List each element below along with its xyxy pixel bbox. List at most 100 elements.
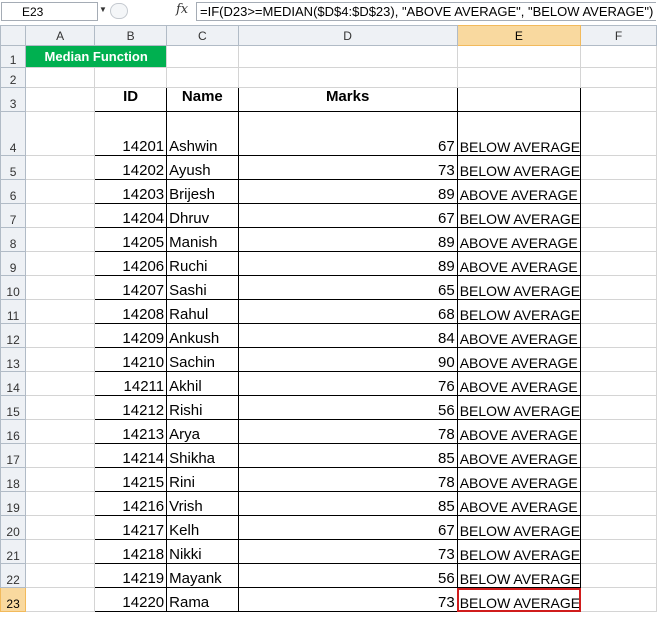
cell-result[interactable]: BELOW AVERAGE xyxy=(456,111,582,156)
cell-id[interactable]: 14208 xyxy=(94,299,168,324)
row-header-21[interactable]: 21 xyxy=(0,539,27,564)
cell-marks[interactable]: 85 xyxy=(237,491,458,516)
row-header-20[interactable]: 20 xyxy=(0,515,27,540)
cell-id[interactable]: 14213 xyxy=(94,419,168,444)
cell-result[interactable]: ABOVE AVERAGE xyxy=(456,467,582,492)
cell-result[interactable]: BELOW AVERAGE xyxy=(456,515,582,540)
cell[interactable] xyxy=(25,275,96,300)
row-header-22[interactable]: 22 xyxy=(0,563,27,588)
cell-result[interactable]: BELOW AVERAGE xyxy=(456,563,582,588)
cell-marks[interactable]: 65 xyxy=(237,275,458,300)
cell-name[interactable]: Sachin xyxy=(166,347,239,372)
cell-result[interactable]: ABOVE AVERAGE xyxy=(456,251,582,276)
row-header-19[interactable]: 19 xyxy=(0,491,27,516)
cell-name[interactable]: Vrish xyxy=(166,491,239,516)
cell[interactable] xyxy=(580,87,657,112)
cell[interactable] xyxy=(25,155,96,180)
cell[interactable] xyxy=(166,45,239,68)
cell[interactable] xyxy=(25,443,96,468)
cell-marks[interactable]: 56 xyxy=(237,563,458,588)
cell[interactable] xyxy=(25,203,96,228)
cell-result[interactable]: BELOW AVERAGE xyxy=(456,275,582,300)
cell[interactable] xyxy=(456,45,582,68)
cell-id[interactable]: 14206 xyxy=(94,251,168,276)
cell[interactable] xyxy=(580,227,657,252)
cell-id[interactable]: 14211 xyxy=(94,371,168,396)
cell[interactable] xyxy=(25,179,96,204)
cell-id[interactable]: 14204 xyxy=(94,203,168,228)
row-header-8[interactable]: 8 xyxy=(0,227,27,252)
column-header-c[interactable]: C xyxy=(166,25,239,46)
selected-cell-e23[interactable]: BELOW AVERAGE xyxy=(456,587,582,612)
row-header-10[interactable]: 10 xyxy=(0,275,27,300)
cell-marks[interactable]: 78 xyxy=(237,467,458,492)
cell-result[interactable]: BELOW AVERAGE xyxy=(456,299,582,324)
row-header-2[interactable]: 2 xyxy=(0,67,27,88)
cell[interactable] xyxy=(25,299,96,324)
header-marks[interactable]: Marks xyxy=(237,87,458,112)
cell-name[interactable]: Shikha xyxy=(166,443,239,468)
cell[interactable] xyxy=(25,87,96,112)
column-header-e[interactable]: E xyxy=(456,25,582,46)
header-id[interactable]: ID xyxy=(94,87,168,112)
column-header-f[interactable]: F xyxy=(580,25,657,46)
row-header-1[interactable]: 1 xyxy=(0,45,27,68)
cell-name[interactable]: Rini xyxy=(166,467,239,492)
cell-id[interactable]: 14201 xyxy=(94,111,168,156)
cell[interactable] xyxy=(580,395,657,420)
cell[interactable] xyxy=(580,587,657,612)
cell-marks[interactable]: 84 xyxy=(237,323,458,348)
cell[interactable] xyxy=(580,443,657,468)
cell-result[interactable]: ABOVE AVERAGE xyxy=(456,179,582,204)
cell-id[interactable]: 14202 xyxy=(94,155,168,180)
cell[interactable] xyxy=(25,395,96,420)
cell-marks[interactable]: 76 xyxy=(237,371,458,396)
cell[interactable] xyxy=(25,419,96,444)
cell[interactable] xyxy=(580,203,657,228)
cell-result[interactable]: BELOW AVERAGE xyxy=(456,395,582,420)
cell-marks[interactable]: 73 xyxy=(237,587,458,612)
row-header-15[interactable]: 15 xyxy=(0,395,27,420)
sheet-title[interactable]: Median Function xyxy=(25,45,168,68)
column-header-b[interactable]: B xyxy=(94,25,168,46)
cell[interactable] xyxy=(580,67,657,88)
cell[interactable] xyxy=(580,515,657,540)
cell-name[interactable]: Brijesh xyxy=(166,179,239,204)
row-header-4[interactable]: 4 xyxy=(0,111,27,156)
row-header-7[interactable]: 7 xyxy=(0,203,27,228)
cell[interactable] xyxy=(25,347,96,372)
cell[interactable] xyxy=(25,67,96,88)
row-header-17[interactable]: 17 xyxy=(0,443,27,468)
cell-name[interactable]: Sashi xyxy=(166,275,239,300)
cell[interactable] xyxy=(25,111,96,156)
row-header-12[interactable]: 12 xyxy=(0,323,27,348)
cell-name[interactable]: Ayush xyxy=(166,155,239,180)
cell[interactable] xyxy=(580,539,657,564)
cell[interactable] xyxy=(580,563,657,588)
cell-name[interactable]: Ankush xyxy=(166,323,239,348)
cell[interactable] xyxy=(25,371,96,396)
cell[interactable] xyxy=(94,67,168,88)
cell-marks[interactable]: 89 xyxy=(237,179,458,204)
cell-id[interactable]: 14214 xyxy=(94,443,168,468)
row-header-5[interactable]: 5 xyxy=(0,155,27,180)
cell-name[interactable]: Manish xyxy=(166,227,239,252)
cell-id[interactable]: 14219 xyxy=(94,563,168,588)
cell[interactable] xyxy=(580,419,657,444)
cell-id[interactable]: 14218 xyxy=(94,539,168,564)
cell-name[interactable]: Mayank xyxy=(166,563,239,588)
cell[interactable] xyxy=(580,491,657,516)
cell-result[interactable]: ABOVE AVERAGE xyxy=(456,371,582,396)
cell-id[interactable]: 14203 xyxy=(94,179,168,204)
cell-marks[interactable]: 78 xyxy=(237,419,458,444)
cell-result[interactable]: BELOW AVERAGE xyxy=(456,203,582,228)
cell[interactable] xyxy=(580,45,657,68)
cell-result[interactable]: ABOVE AVERAGE xyxy=(456,347,582,372)
cell[interactable] xyxy=(580,251,657,276)
cell-id[interactable]: 14210 xyxy=(94,347,168,372)
cell[interactable] xyxy=(580,347,657,372)
cell-result[interactable]: BELOW AVERAGE xyxy=(456,155,582,180)
row-header-23[interactable]: 23 xyxy=(0,587,27,612)
name-box[interactable]: E23 xyxy=(1,2,98,21)
column-header-a[interactable]: A xyxy=(25,25,96,46)
